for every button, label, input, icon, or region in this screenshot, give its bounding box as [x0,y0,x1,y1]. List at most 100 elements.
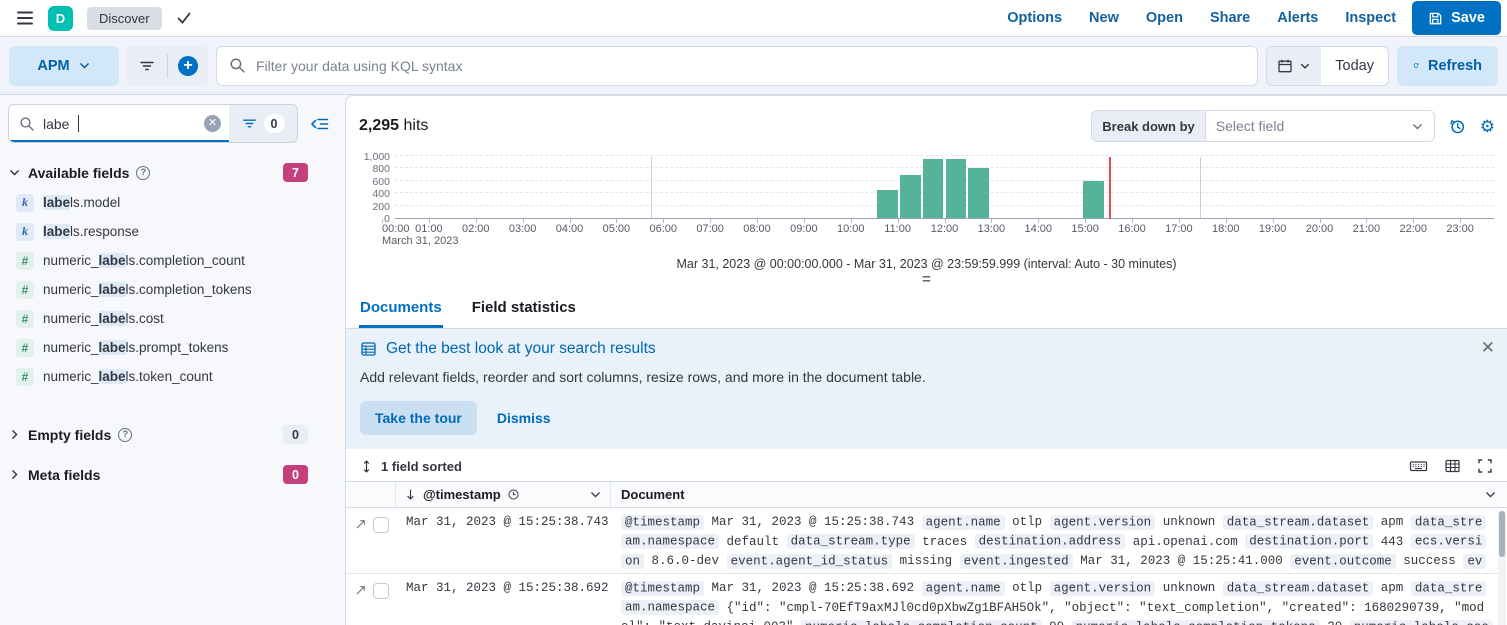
scrollbar-thumb[interactable] [1499,511,1505,557]
y-tick-label: 200 [372,201,390,213]
clear-search-icon[interactable]: ✕ [204,115,221,132]
histogram-bar[interactable] [877,190,898,218]
available-fields-label: Available fields [28,165,129,181]
histogram-panel: 02004006008001,000 00:0001:0002:0003:000… [346,142,1507,289]
number-field-icon: # [16,310,34,328]
y-axis: 02004006008001,000 [359,157,395,219]
result-tabs: Documents Field statistics [346,289,1507,329]
row-document[interactable]: @timestamp Mar 31, 2023 @ 15:25:38.743 a… [611,508,1497,573]
breakdown-label: Break down by [1092,111,1205,141]
add-filter-button[interactable]: + [168,46,208,86]
chevron-down-icon [1411,120,1424,133]
date-quick-select[interactable]: Today [1321,47,1388,85]
x-tick-label: 14:00 [1024,223,1052,235]
histogram-bar[interactable] [1083,181,1104,218]
field-search-group: labe ✕ 0 [8,104,298,143]
histogram-bar[interactable] [946,159,967,218]
chevron-right-icon [8,428,21,441]
breadcrumb[interactable]: Discover [87,7,162,30]
display-options-icon[interactable] [1444,458,1461,474]
refresh-button[interactable]: Refresh [1397,46,1498,86]
field-item[interactable]: #numeric_labels.cost [8,304,335,333]
x-tick-label: 05:00 [603,223,631,235]
field-filter-button[interactable]: 0 [229,105,297,142]
header-link-open[interactable]: Open [1146,10,1183,26]
histogram-bar[interactable] [900,175,921,218]
empty-fields-section[interactable]: Empty fields ? 0 [8,425,308,444]
kql-input[interactable] [256,58,1245,74]
take-tour-button[interactable]: Take the tour [360,401,477,435]
field-item[interactable]: klabels.model [8,188,335,217]
vertical-scrollbar[interactable] [1498,510,1506,625]
menu-icon[interactable] [10,4,40,32]
header-link-alerts[interactable]: Alerts [1277,10,1318,26]
expand-row-icon[interactable] [354,583,368,597]
row-checkbox[interactable] [373,517,389,533]
breakdown-select[interactable]: Select field [1206,111,1434,141]
field-item[interactable]: #numeric_labels.completion_tokens [8,275,335,304]
field-item[interactable]: #numeric_labels.prompt_tokens [8,333,335,362]
timestamp-column-header[interactable]: @timestamp [396,482,611,507]
histogram-bar[interactable] [923,159,944,218]
document-column-header[interactable]: Document [611,482,1507,507]
field-item[interactable]: #numeric_labels.completion_count [8,246,335,275]
gridline [395,205,1494,206]
y-tick-label: 400 [372,188,390,200]
dismiss-button[interactable]: Dismiss [497,410,551,426]
histogram-bar[interactable] [968,168,989,218]
x-tick-label: 13:00 [978,223,1006,235]
plot-area[interactable] [395,157,1494,219]
row-document[interactable]: @timestamp Mar 31, 2023 @ 15:25:38.692 a… [611,574,1497,625]
filter-icon[interactable] [127,46,167,86]
x-tick-label: 11:00 [884,223,911,235]
history-icon[interactable] [1449,118,1466,135]
data-view-picker[interactable]: APM [9,46,119,86]
gear-icon[interactable]: ⚙ [1480,118,1495,135]
y-tick-label: 800 [372,163,390,175]
save-button[interactable]: Save [1412,1,1501,35]
check-icon[interactable] [176,11,192,25]
x-axis: 00:0001:0002:0003:0004:0005:0006:0007:00… [382,219,1507,249]
histogram-chart[interactable]: 02004006008001,000 [346,142,1507,219]
x-tick-label: 00:00 [382,223,410,235]
header-link-new[interactable]: New [1089,10,1119,26]
gridline [395,167,1494,168]
help-icon[interactable]: ? [136,166,150,180]
chart-resize-handle[interactable]: = [346,273,1507,289]
available-fields-count-badge: 7 [283,163,308,182]
help-icon[interactable]: ? [118,428,132,442]
row-controls [346,508,396,573]
fullscreen-icon[interactable] [1477,458,1493,474]
available-fields-section[interactable]: Available fields ? 7 [8,163,308,182]
close-icon[interactable]: ✕ [1477,335,1499,360]
refresh-icon [1413,58,1419,73]
field-search-input[interactable]: labe ✕ [9,105,229,142]
field-item[interactable]: klabels.response [8,217,335,246]
space-avatar[interactable]: D [48,6,73,31]
field-sorted-button[interactable]: 1 field sorted [381,459,462,474]
keyboard-icon[interactable] [1409,458,1428,474]
breakdown-placeholder: Select field [1216,118,1284,134]
search-icon [19,116,35,132]
collapse-sidebar-icon[interactable] [307,112,333,136]
current-time-marker [1109,157,1111,219]
save-icon [1428,11,1443,26]
row-controls [346,574,396,625]
date-picker-button[interactable] [1267,47,1321,85]
chevron-down-icon [589,488,602,501]
x-tick-label: 21:00 [1353,223,1381,235]
header-link-share[interactable]: Share [1210,10,1250,26]
expand-row-icon[interactable] [354,517,368,531]
field-chip: destination.port [1245,534,1373,549]
field-item[interactable]: #numeric_labels.token_count [8,362,335,391]
field-name: labels.response [43,224,139,239]
tab-documents[interactable]: Documents [359,289,443,328]
meta-fields-section[interactable]: Meta fields 0 [8,465,308,484]
x-axis-date-label: March 31, 2023 [382,235,458,247]
row-checkbox[interactable] [373,583,389,599]
header-link-options[interactable]: Options [1007,10,1062,26]
tab-field-statistics[interactable]: Field statistics [471,289,577,328]
header-nav: Options New Open Share Alerts Inspect [1007,10,1396,26]
header-link-inspect[interactable]: Inspect [1345,10,1396,26]
kql-search-bar[interactable] [216,46,1258,86]
